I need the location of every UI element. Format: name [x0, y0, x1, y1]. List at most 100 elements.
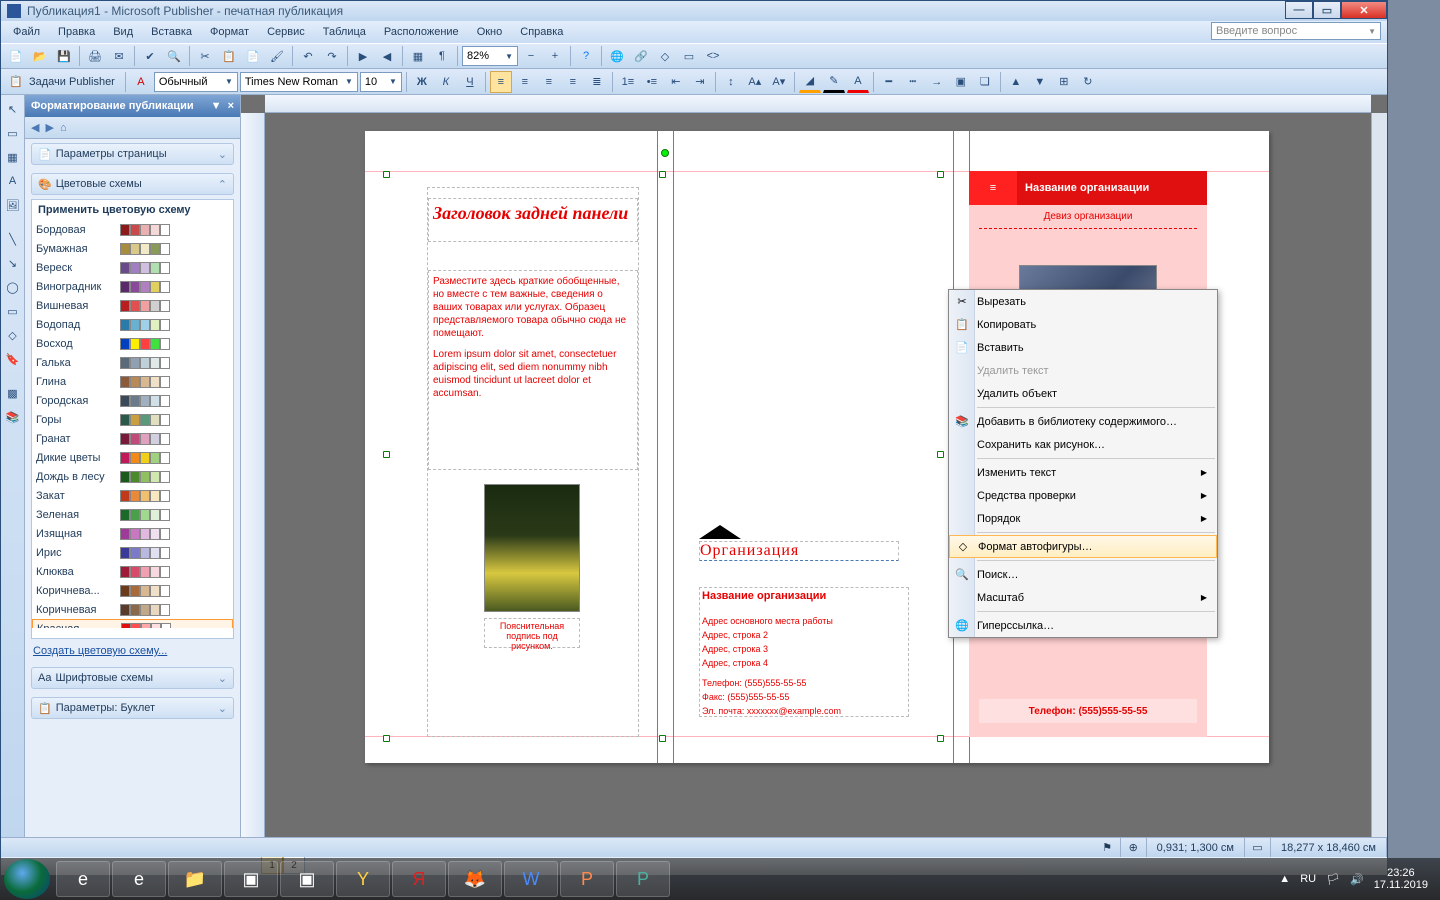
shrink-font-icon[interactable]: A▾ — [768, 71, 790, 93]
ctx-find[interactable]: 🔍Поиск… — [949, 563, 1217, 586]
menu-window[interactable]: Окно — [471, 24, 509, 40]
ctx-format-autoshape[interactable]: ◇Формат автофигуры… — [949, 535, 1217, 558]
scheme-row[interactable]: Горы — [32, 410, 233, 429]
menu-tools[interactable]: Сервис — [261, 24, 311, 40]
ctx-del-obj[interactable]: Удалить объект — [949, 382, 1217, 405]
section-booklet[interactable]: 📋 Параметры: Буклет⌄ — [31, 697, 234, 719]
taskbar-ya[interactable]: Я — [392, 861, 446, 897]
forward-icon[interactable]: ▶ — [352, 45, 374, 67]
ruler-vertical[interactable] — [241, 113, 265, 839]
front-org-name[interactable]: Название организации — [1025, 182, 1149, 194]
scheme-row[interactable]: Глина — [32, 372, 233, 391]
help-search[interactable]: Введите вопрос ▼ — [1211, 22, 1381, 40]
ctx-edit-text[interactable]: Изменить текст▶ — [949, 461, 1217, 484]
spell-icon[interactable]: ✔ — [139, 45, 161, 67]
menu-arrange[interactable]: Расположение — [378, 24, 465, 40]
scheme-row[interactable]: Вишневая — [32, 296, 233, 315]
rect-tool-icon[interactable]: ▭ — [3, 301, 23, 321]
web-preview-icon[interactable]: 🌐 — [606, 45, 628, 67]
scheme-row[interactable]: Гранат — [32, 429, 233, 448]
scheme-row[interactable]: Закат — [32, 486, 233, 505]
code-icon[interactable]: <> — [702, 45, 724, 67]
menu-edit[interactable]: Правка — [52, 24, 101, 40]
ctx-zoom[interactable]: Масштаб▶ — [949, 586, 1217, 609]
nav-fwd-icon[interactable]: ▶ — [45, 121, 53, 134]
menu-table[interactable]: Таблица — [317, 24, 372, 40]
taskbar-publisher[interactable]: P — [616, 861, 670, 897]
dash-style-icon[interactable]: ┅ — [902, 71, 924, 93]
underline-icon[interactable]: Ч — [459, 71, 481, 93]
table-tool-icon[interactable]: ▦ — [3, 147, 23, 167]
back-heading[interactable]: Заголовок задней панели — [429, 199, 637, 228]
scheme-row[interactable]: Клюква — [32, 562, 233, 581]
distribute-icon[interactable]: ≣ — [586, 71, 608, 93]
back-image[interactable] — [484, 484, 580, 612]
scheme-row[interactable]: Изящная — [32, 524, 233, 543]
tasks-label[interactable]: Задачи Publisher — [29, 76, 115, 88]
hotspot-icon[interactable]: ◇ — [654, 45, 676, 67]
format-painter-icon[interactable]: 🖌 — [266, 45, 288, 67]
link-icon[interactable]: 🔗 — [630, 45, 652, 67]
section-color-schemes[interactable]: 🎨 Цветовые схемы⌃ — [31, 173, 234, 195]
minimize-button[interactable]: — — [1285, 1, 1313, 19]
taskbar-ie[interactable]: e — [56, 861, 110, 897]
align-justify-icon[interactable]: ≡ — [562, 71, 584, 93]
scheme-row[interactable]: Коричнева... — [32, 581, 233, 600]
open-icon[interactable]: 📂 — [29, 45, 51, 67]
italic-icon[interactable]: К — [435, 71, 457, 93]
email[interactable]: Эл. почта: xxxxxxx@example.com — [700, 704, 908, 718]
ctx-cut[interactable]: ✂Вырезать — [949, 290, 1217, 313]
menu-view[interactable]: Вид — [107, 24, 139, 40]
taskpane-dropdown-icon[interactable]: ▼ — [211, 100, 222, 112]
menu-help[interactable]: Справка — [514, 24, 569, 40]
org-label[interactable]: Организация — [700, 542, 898, 560]
indent-dec-icon[interactable]: ⇤ — [665, 71, 687, 93]
scrollbar-vertical[interactable] — [1371, 113, 1387, 839]
font-color-icon[interactable]: A — [847, 71, 869, 93]
taskbar-mail[interactable]: 🦊 — [448, 861, 502, 897]
scheme-row[interactable]: Виноградник — [32, 277, 233, 296]
oval-tool-icon[interactable]: ◯ — [3, 277, 23, 297]
org-logo[interactable] — [699, 525, 741, 539]
rotate-icon[interactable]: ↻ — [1077, 71, 1099, 93]
bring-front-icon[interactable]: ▲ — [1005, 71, 1027, 93]
menu-file[interactable]: Файл — [7, 24, 46, 40]
scheme-row[interactable]: Дождь в лесу — [32, 467, 233, 486]
line-tool-icon[interactable]: ╲ — [3, 229, 23, 249]
paste-icon[interactable]: 📄 — [242, 45, 264, 67]
numbering-icon[interactable]: 1≡ — [617, 71, 639, 93]
section-font-schemes[interactable]: Aa Шрифтовые схемы⌄ — [31, 667, 234, 689]
scheme-row[interactable]: Дикие цветы — [32, 448, 233, 467]
tel[interactable]: Телефон: (555)555-55-55 — [700, 676, 908, 690]
form-icon[interactable]: ▭ — [678, 45, 700, 67]
tray-clock[interactable]: 23:26 17.11.2019 — [1374, 867, 1428, 891]
arrow-tool-icon[interactable]: ↘ — [3, 253, 23, 273]
taskbar-powerpoint[interactable]: P — [560, 861, 614, 897]
status-flags-icon[interactable]: ⚑ — [1095, 838, 1121, 857]
scheme-list[interactable]: БордоваяБумажнаяВерескВиноградникВишнева… — [32, 220, 233, 628]
size-select[interactable]: 10▼ — [360, 72, 402, 92]
taskpane-close-icon[interactable]: × — [228, 100, 234, 112]
front-tel[interactable]: Телефон: (555)555-55-55 — [979, 699, 1197, 723]
send-back-icon[interactable]: ▼ — [1029, 71, 1051, 93]
columns-icon[interactable]: ▦ — [407, 45, 429, 67]
close-button[interactable]: ✕ — [1341, 1, 1387, 19]
zoom-select[interactable]: 82%▼ — [462, 46, 518, 66]
taskbar-explorer[interactable]: 📁 — [168, 861, 222, 897]
design-gallery-icon[interactable]: ▩ — [3, 383, 23, 403]
scheme-row[interactable]: Зеленая — [32, 505, 233, 524]
undo-icon[interactable]: ↶ — [297, 45, 319, 67]
picture-icon[interactable]: 🖼 — [3, 195, 23, 215]
tray-arrow-icon[interactable]: ▲ — [1279, 873, 1290, 885]
help-icon[interactable]: ? — [575, 45, 597, 67]
autoshapes-icon[interactable]: ◇ — [3, 325, 23, 345]
ctx-add-lib[interactable]: 📚Добавить в библиотеку содержимого… — [949, 410, 1217, 433]
section-page-params[interactable]: 📄 Параметры страницы⌄ — [31, 143, 234, 165]
taskbar-word[interactable]: W — [504, 861, 558, 897]
addr4[interactable]: Адрес, строка 4 — [700, 656, 908, 670]
bookmark-icon[interactable]: 🔖 — [3, 349, 23, 369]
scheme-row[interactable]: Ирис — [32, 543, 233, 562]
ctx-proof[interactable]: Средства проверки▶ — [949, 484, 1217, 507]
pointer-icon[interactable]: ↖ — [3, 99, 23, 119]
copy-icon[interactable]: 📋 — [218, 45, 240, 67]
